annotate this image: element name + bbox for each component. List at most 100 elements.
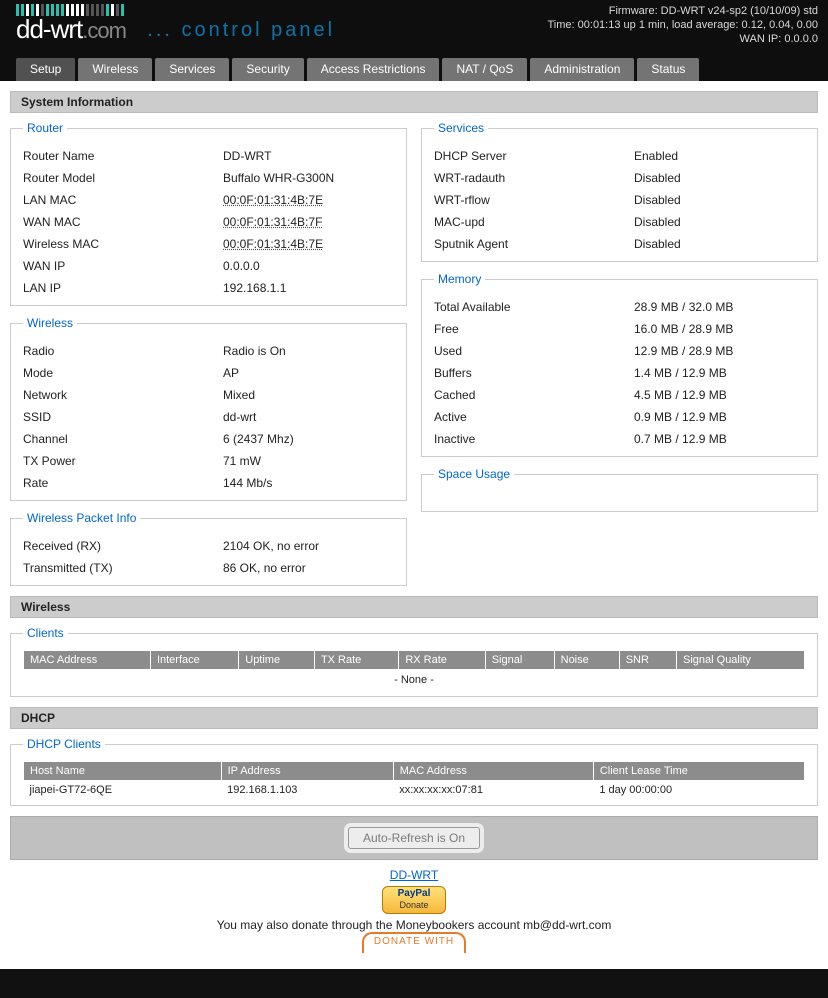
router-value: 192.168.1.1: [223, 281, 394, 295]
wan-ip-text: WAN IP: 0.0.0.0: [548, 32, 819, 46]
services-value: Disabled: [634, 215, 805, 229]
donate-with-icon: DONATE WITH: [362, 932, 466, 953]
memory-value: 16.0 MB / 28.9 MB: [634, 322, 805, 336]
box-dhcp-clients: DHCP Clients Host NameIP AddressMAC Addr…: [10, 737, 818, 806]
memory-row: Buffers1.4 MB / 12.9 MB: [434, 362, 805, 384]
content-area: System Information Router Router NameDD-…: [0, 81, 828, 969]
tab-administration[interactable]: Administration: [530, 58, 634, 81]
legend-router: Router: [23, 121, 67, 135]
wireless-label: Rate: [23, 476, 223, 490]
mac-address[interactable]: 00:0F:01:31:4B:7F: [223, 215, 322, 229]
wireless-value: 144 Mb/s: [223, 476, 394, 490]
box-wireless: Wireless RadioRadio is OnModeAPNetworkMi…: [10, 316, 407, 501]
wireless-label: Mode: [23, 366, 223, 380]
control-panel-label: ... control panel: [147, 19, 335, 42]
tab-status[interactable]: Status: [637, 58, 699, 81]
clients-col: RX Rate: [399, 651, 485, 670]
memory-value: 12.9 MB / 28.9 MB: [634, 344, 805, 358]
dhcp-col: MAC Address: [393, 762, 593, 781]
header-bar: dd-wrt.com ... control panel Firmware: D…: [0, 0, 828, 58]
router-row: WAN MAC00:0F:01:31:4B:7F: [23, 211, 394, 233]
memory-label: Used: [434, 344, 634, 358]
services-label: WRT-radauth: [434, 171, 634, 185]
box-services: Services DHCP ServerEnabledWRT-radauthDi…: [421, 121, 818, 262]
section-system-information: System Information: [10, 91, 818, 113]
legend-memory: Memory: [434, 272, 485, 286]
paypal-donate-button[interactable]: PayPalDonate: [382, 886, 446, 914]
mac-address[interactable]: 00:0F:01:31:4B:7E: [223, 193, 323, 207]
tab-nat-qos[interactable]: NAT / QoS: [442, 58, 527, 81]
tab-security[interactable]: Security: [232, 58, 303, 81]
wireless-row: NetworkMixed: [23, 384, 394, 406]
memory-label: Inactive: [434, 432, 634, 446]
memory-label: Free: [434, 322, 634, 336]
memory-row: Free16.0 MB / 28.9 MB: [434, 318, 805, 340]
pktinfo-label: Transmitted (TX): [23, 561, 223, 575]
legend-packet-info: Wireless Packet Info: [23, 511, 140, 525]
router-row: Wireless MAC00:0F:01:31:4B:7E: [23, 233, 394, 255]
memory-row: Inactive0.7 MB / 12.9 MB: [434, 428, 805, 450]
services-label: Sputnik Agent: [434, 237, 634, 251]
donate-text: You may also donate through the Moneyboo…: [217, 918, 612, 932]
wireless-label: SSID: [23, 410, 223, 424]
clients-col: MAC Address: [24, 651, 151, 670]
legend-services: Services: [434, 121, 488, 135]
clients-table: MAC AddressInterfaceUptimeTX RateRX Rate…: [23, 650, 805, 670]
auto-refresh-button[interactable]: Auto-Refresh is On: [348, 827, 480, 849]
pktinfo-value: 2104 OK, no error: [223, 539, 394, 553]
box-space-usage: Space Usage: [421, 467, 818, 512]
memory-row: Active0.9 MB / 12.9 MB: [434, 406, 805, 428]
clients-col: Signal Quality: [677, 651, 805, 670]
memory-row: Total Available28.9 MB / 32.0 MB: [434, 296, 805, 318]
clients-col: Interface: [150, 651, 238, 670]
router-value: 00:0F:01:31:4B:7E: [223, 193, 394, 207]
router-row: LAN IP192.168.1.1: [23, 277, 394, 299]
pktinfo-row: Received (RX)2104 OK, no error: [23, 535, 394, 557]
tab-access-restrictions[interactable]: Access Restrictions: [307, 58, 440, 81]
router-label: Wireless MAC: [23, 237, 223, 251]
router-value: Buffalo WHR-G300N: [223, 171, 394, 185]
memory-value: 28.9 MB / 32.0 MB: [634, 300, 805, 314]
clients-col: Noise: [554, 651, 619, 670]
wireless-value: dd-wrt: [223, 410, 394, 424]
mac-address[interactable]: 00:0F:01:31:4B:7E: [223, 237, 323, 251]
router-label: Router Name: [23, 149, 223, 163]
memory-row: Cached4.5 MB / 12.9 MB: [434, 384, 805, 406]
router-row: LAN MAC00:0F:01:31:4B:7E: [23, 189, 394, 211]
memory-label: Cached: [434, 388, 634, 402]
tab-services[interactable]: Services: [155, 58, 229, 81]
wireless-value: AP: [223, 366, 394, 380]
tab-wireless[interactable]: Wireless: [78, 58, 152, 81]
wireless-row: SSIDdd-wrt: [23, 406, 394, 428]
wireless-row: Channel6 (2437 Mhz): [23, 428, 394, 450]
memory-label: Total Available: [434, 300, 634, 314]
dhcp-mac: xx:xx:xx:xx:07:81: [393, 781, 593, 800]
services-label: MAC-upd: [434, 215, 634, 229]
clients-none: - None -: [23, 670, 805, 690]
clients-col: Uptime: [239, 651, 315, 670]
firmware-version: Firmware: DD-WRT v24-sp2 (10/10/09) std: [548, 4, 819, 18]
tab-setup[interactable]: Setup: [16, 58, 75, 81]
clients-col: Signal: [485, 651, 554, 670]
wireless-row: ModeAP: [23, 362, 394, 384]
router-value: 00:0F:01:31:4B:7F: [223, 215, 394, 229]
donate-area: DD-WRT PayPalDonate You may also donate …: [10, 860, 818, 959]
router-label: Router Model: [23, 171, 223, 185]
wireless-label: TX Power: [23, 454, 223, 468]
clients-col: TX Rate: [314, 651, 398, 670]
services-value: Disabled: [634, 193, 805, 207]
services-label: WRT-rflow: [434, 193, 634, 207]
wireless-label: Channel: [23, 432, 223, 446]
services-value: Disabled: [634, 237, 805, 251]
router-value: DD-WRT: [223, 149, 394, 163]
services-label: DHCP Server: [434, 149, 634, 163]
wireless-value: Radio is On: [223, 344, 394, 358]
box-packet-info: Wireless Packet Info Received (RX)2104 O…: [10, 511, 407, 586]
router-row: Router NameDD-WRT: [23, 145, 394, 167]
pktinfo-row: Transmitted (TX)86 OK, no error: [23, 557, 394, 579]
router-label: LAN MAC: [23, 193, 223, 207]
section-wireless: Wireless: [10, 596, 818, 618]
dhcp-table: Host NameIP AddressMAC AddressClient Lea…: [23, 761, 805, 799]
ddwrt-link[interactable]: DD-WRT: [390, 868, 438, 882]
legend-wireless: Wireless: [23, 316, 77, 330]
